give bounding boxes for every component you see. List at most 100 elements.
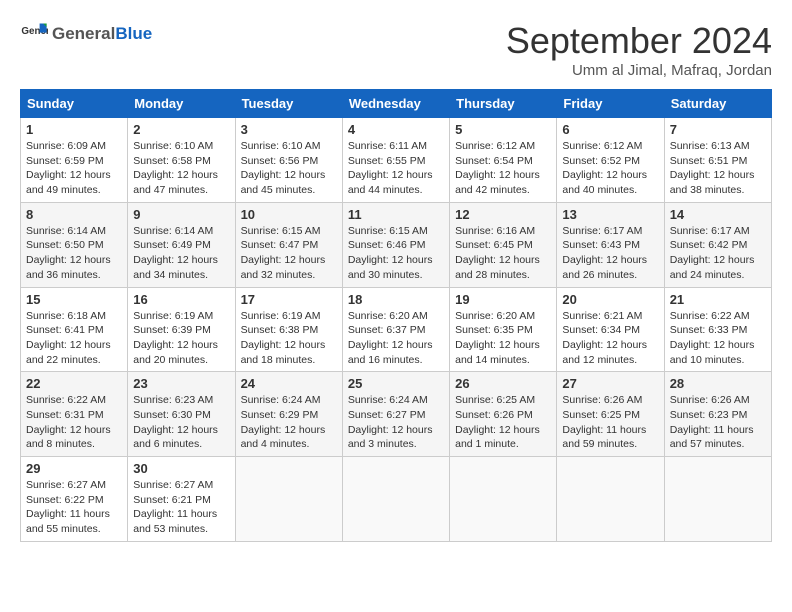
day-number: 23: [133, 376, 229, 391]
sunrise-text: Sunrise: 6:27 AM: [26, 479, 106, 491]
calendar-cell: [557, 457, 664, 542]
sunrise-text: Sunrise: 6:21 AM: [562, 310, 642, 322]
day-info: Sunrise: 6:19 AM Sunset: 6:38 PM Dayligh…: [241, 309, 337, 368]
sunset-text: Sunset: 6:21 PM: [133, 494, 211, 506]
calendar-cell: [450, 457, 557, 542]
day-info: Sunrise: 6:25 AM Sunset: 6:26 PM Dayligh…: [455, 393, 551, 452]
day-number: 25: [348, 376, 444, 391]
calendar-cell: 14 Sunrise: 6:17 AM Sunset: 6:42 PM Dayl…: [664, 202, 771, 287]
sunset-text: Sunset: 6:54 PM: [455, 155, 533, 167]
day-info: Sunrise: 6:18 AM Sunset: 6:41 PM Dayligh…: [26, 309, 122, 368]
sunrise-text: Sunrise: 6:11 AM: [348, 140, 427, 152]
calendar-cell: [342, 457, 449, 542]
daylight-text: Daylight: 12 hours and 45 minutes.: [241, 169, 326, 196]
daylight-text: Daylight: 12 hours and 20 minutes.: [133, 339, 218, 366]
day-number: 4: [348, 122, 444, 137]
daylight-text: Daylight: 12 hours and 3 minutes.: [348, 424, 433, 451]
sunset-text: Sunset: 6:58 PM: [133, 155, 211, 167]
sunrise-text: Sunrise: 6:17 AM: [562, 225, 642, 237]
day-info: Sunrise: 6:26 AM Sunset: 6:23 PM Dayligh…: [670, 393, 766, 452]
day-number: 1: [26, 122, 122, 137]
weekday-header-saturday: Saturday: [664, 90, 771, 118]
day-info: Sunrise: 6:16 AM Sunset: 6:45 PM Dayligh…: [455, 224, 551, 283]
calendar-cell: 25 Sunrise: 6:24 AM Sunset: 6:27 PM Dayl…: [342, 372, 449, 457]
calendar-cell: 28 Sunrise: 6:26 AM Sunset: 6:23 PM Dayl…: [664, 372, 771, 457]
sunset-text: Sunset: 6:26 PM: [455, 409, 533, 421]
sunrise-text: Sunrise: 6:15 AM: [348, 225, 428, 237]
sunrise-text: Sunrise: 6:14 AM: [26, 225, 106, 237]
sunrise-text: Sunrise: 6:19 AM: [133, 310, 213, 322]
sunset-text: Sunset: 6:34 PM: [562, 324, 640, 336]
calendar-cell: 18 Sunrise: 6:20 AM Sunset: 6:37 PM Dayl…: [342, 287, 449, 372]
day-number: 5: [455, 122, 551, 137]
sunrise-text: Sunrise: 6:16 AM: [455, 225, 535, 237]
weekday-header-row: SundayMondayTuesdayWednesdayThursdayFrid…: [21, 90, 772, 118]
calendar-week-row: 15 Sunrise: 6:18 AM Sunset: 6:41 PM Dayl…: [21, 287, 772, 372]
calendar-cell: 23 Sunrise: 6:23 AM Sunset: 6:30 PM Dayl…: [128, 372, 235, 457]
calendar-cell: 15 Sunrise: 6:18 AM Sunset: 6:41 PM Dayl…: [21, 287, 128, 372]
daylight-text: Daylight: 12 hours and 24 minutes.: [670, 254, 755, 281]
sunset-text: Sunset: 6:47 PM: [241, 239, 319, 251]
day-number: 19: [455, 292, 551, 307]
day-info: Sunrise: 6:24 AM Sunset: 6:29 PM Dayligh…: [241, 393, 337, 452]
day-info: Sunrise: 6:22 AM Sunset: 6:33 PM Dayligh…: [670, 309, 766, 368]
calendar-week-row: 8 Sunrise: 6:14 AM Sunset: 6:50 PM Dayli…: [21, 202, 772, 287]
day-number: 17: [241, 292, 337, 307]
calendar-week-row: 22 Sunrise: 6:22 AM Sunset: 6:31 PM Dayl…: [21, 372, 772, 457]
daylight-text: Daylight: 12 hours and 14 minutes.: [455, 339, 540, 366]
calendar-cell: 20 Sunrise: 6:21 AM Sunset: 6:34 PM Dayl…: [557, 287, 664, 372]
calendar-cell: 3 Sunrise: 6:10 AM Sunset: 6:56 PM Dayli…: [235, 118, 342, 203]
sunrise-text: Sunrise: 6:09 AM: [26, 140, 106, 152]
daylight-text: Daylight: 12 hours and 12 minutes.: [562, 339, 647, 366]
day-number: 24: [241, 376, 337, 391]
sunset-text: Sunset: 6:41 PM: [26, 324, 104, 336]
day-info: Sunrise: 6:15 AM Sunset: 6:46 PM Dayligh…: [348, 224, 444, 283]
day-info: Sunrise: 6:17 AM Sunset: 6:43 PM Dayligh…: [562, 224, 658, 283]
sunrise-text: Sunrise: 6:20 AM: [455, 310, 535, 322]
daylight-text: Daylight: 12 hours and 26 minutes.: [562, 254, 647, 281]
day-number: 16: [133, 292, 229, 307]
sunset-text: Sunset: 6:49 PM: [133, 239, 211, 251]
sunrise-text: Sunrise: 6:19 AM: [241, 310, 321, 322]
day-info: Sunrise: 6:10 AM Sunset: 6:56 PM Dayligh…: [241, 139, 337, 198]
calendar-week-row: 29 Sunrise: 6:27 AM Sunset: 6:22 PM Dayl…: [21, 457, 772, 542]
daylight-text: Daylight: 11 hours and 59 minutes.: [562, 424, 646, 451]
day-info: Sunrise: 6:13 AM Sunset: 6:51 PM Dayligh…: [670, 139, 766, 198]
weekday-header-sunday: Sunday: [21, 90, 128, 118]
sunrise-text: Sunrise: 6:23 AM: [133, 394, 213, 406]
day-info: Sunrise: 6:12 AM Sunset: 6:52 PM Dayligh…: [562, 139, 658, 198]
sunrise-text: Sunrise: 6:13 AM: [670, 140, 750, 152]
day-number: 8: [26, 207, 122, 222]
sunset-text: Sunset: 6:55 PM: [348, 155, 426, 167]
day-number: 28: [670, 376, 766, 391]
sunrise-text: Sunrise: 6:24 AM: [241, 394, 321, 406]
sunrise-text: Sunrise: 6:26 AM: [670, 394, 750, 406]
day-number: 18: [348, 292, 444, 307]
calendar-cell: 11 Sunrise: 6:15 AM Sunset: 6:46 PM Dayl…: [342, 202, 449, 287]
daylight-text: Daylight: 12 hours and 44 minutes.: [348, 169, 433, 196]
day-number: 3: [241, 122, 337, 137]
daylight-text: Daylight: 12 hours and 34 minutes.: [133, 254, 218, 281]
daylight-text: Daylight: 12 hours and 49 minutes.: [26, 169, 111, 196]
day-number: 12: [455, 207, 551, 222]
sunrise-text: Sunrise: 6:15 AM: [241, 225, 321, 237]
day-info: Sunrise: 6:17 AM Sunset: 6:42 PM Dayligh…: [670, 224, 766, 283]
daylight-text: Daylight: 12 hours and 16 minutes.: [348, 339, 433, 366]
sunset-text: Sunset: 6:35 PM: [455, 324, 533, 336]
daylight-text: Daylight: 12 hours and 8 minutes.: [26, 424, 111, 451]
day-info: Sunrise: 6:23 AM Sunset: 6:30 PM Dayligh…: [133, 393, 229, 452]
calendar-cell: 2 Sunrise: 6:10 AM Sunset: 6:58 PM Dayli…: [128, 118, 235, 203]
daylight-text: Daylight: 11 hours and 55 minutes.: [26, 508, 110, 535]
calendar-week-row: 1 Sunrise: 6:09 AM Sunset: 6:59 PM Dayli…: [21, 118, 772, 203]
day-number: 13: [562, 207, 658, 222]
daylight-text: Daylight: 12 hours and 4 minutes.: [241, 424, 326, 451]
day-info: Sunrise: 6:20 AM Sunset: 6:37 PM Dayligh…: [348, 309, 444, 368]
day-number: 9: [133, 207, 229, 222]
sunset-text: Sunset: 6:52 PM: [562, 155, 640, 167]
calendar-cell: 5 Sunrise: 6:12 AM Sunset: 6:54 PM Dayli…: [450, 118, 557, 203]
daylight-text: Daylight: 12 hours and 47 minutes.: [133, 169, 218, 196]
calendar-cell: 10 Sunrise: 6:15 AM Sunset: 6:47 PM Dayl…: [235, 202, 342, 287]
day-number: 27: [562, 376, 658, 391]
daylight-text: Daylight: 12 hours and 40 minutes.: [562, 169, 647, 196]
day-info: Sunrise: 6:24 AM Sunset: 6:27 PM Dayligh…: [348, 393, 444, 452]
